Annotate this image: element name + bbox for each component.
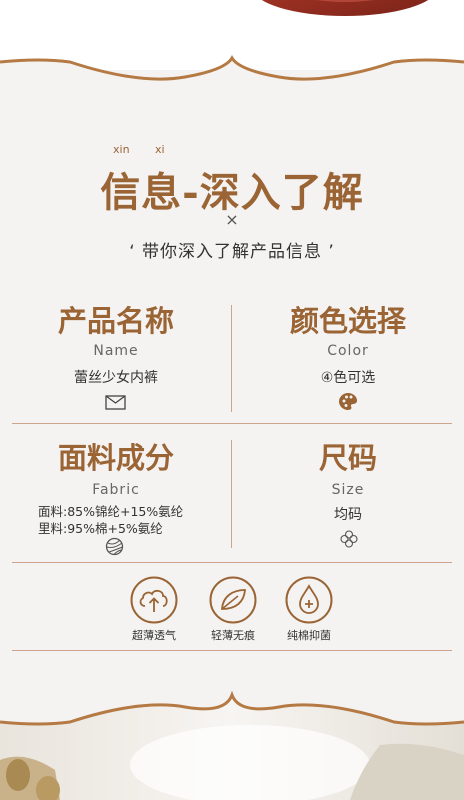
divider-horizontal-middle — [12, 423, 452, 424]
fabric-en: Fabric — [92, 482, 140, 498]
divider-horizontal-bottom — [12, 650, 452, 651]
fabric-lining-line: 里料:95%棉+5%氨纶 — [38, 521, 163, 536]
fabric-title: 面料成分 — [57, 441, 174, 475]
envelope-icon — [105, 395, 126, 410]
fabric-outer-line: 面料:85%锦纶+15%氨纶 — [38, 504, 184, 519]
feature-label-breathable: 超薄透气 — [132, 629, 176, 642]
color-title: 颜色选择 — [289, 304, 406, 338]
cloud-upload-icon — [130, 576, 178, 624]
product-name-value: 蕾丝少女内裤 — [74, 370, 158, 386]
divider-horizontal-lower — [12, 562, 452, 563]
page-subtitle: ‘ 带你深入了解产品信息 ’ — [129, 242, 335, 262]
decorative-background — [0, 0, 464, 800]
pinyin-xi: xi — [155, 143, 165, 156]
product-name-title: 产品名称 — [57, 304, 174, 338]
color-en: Color — [327, 343, 369, 359]
color-value: ④色可选 — [320, 370, 376, 386]
yarn-ball-icon — [105, 537, 124, 556]
times-symbol: × — [225, 210, 239, 229]
palette-icon — [339, 393, 357, 410]
size-value: 均码 — [334, 507, 362, 523]
color-section: 颜色选择 Color ④色可选 — [232, 298, 464, 387]
size-section: 尺码 Size 均码 — [232, 435, 464, 524]
pinyin-xin: xin — [113, 143, 130, 156]
product-name-en: Name — [93, 343, 139, 359]
size-en: Size — [331, 482, 365, 498]
fabric-composition: 面料:85%锦纶+15%氨纶 里料:95%棉+5%氨纶 — [38, 503, 183, 537]
leaf-icon — [209, 576, 257, 624]
water-drop-plus-icon — [285, 576, 333, 624]
feature-label-antibacterial: 纯棉抑菌 — [287, 629, 331, 642]
size-title: 尺码 — [318, 441, 377, 475]
product-name-section: 产品名称 Name 蕾丝少女内裤 — [0, 298, 232, 387]
flower-icon — [340, 530, 358, 548]
fabric-section: 面料成分 Fabric — [0, 435, 232, 498]
